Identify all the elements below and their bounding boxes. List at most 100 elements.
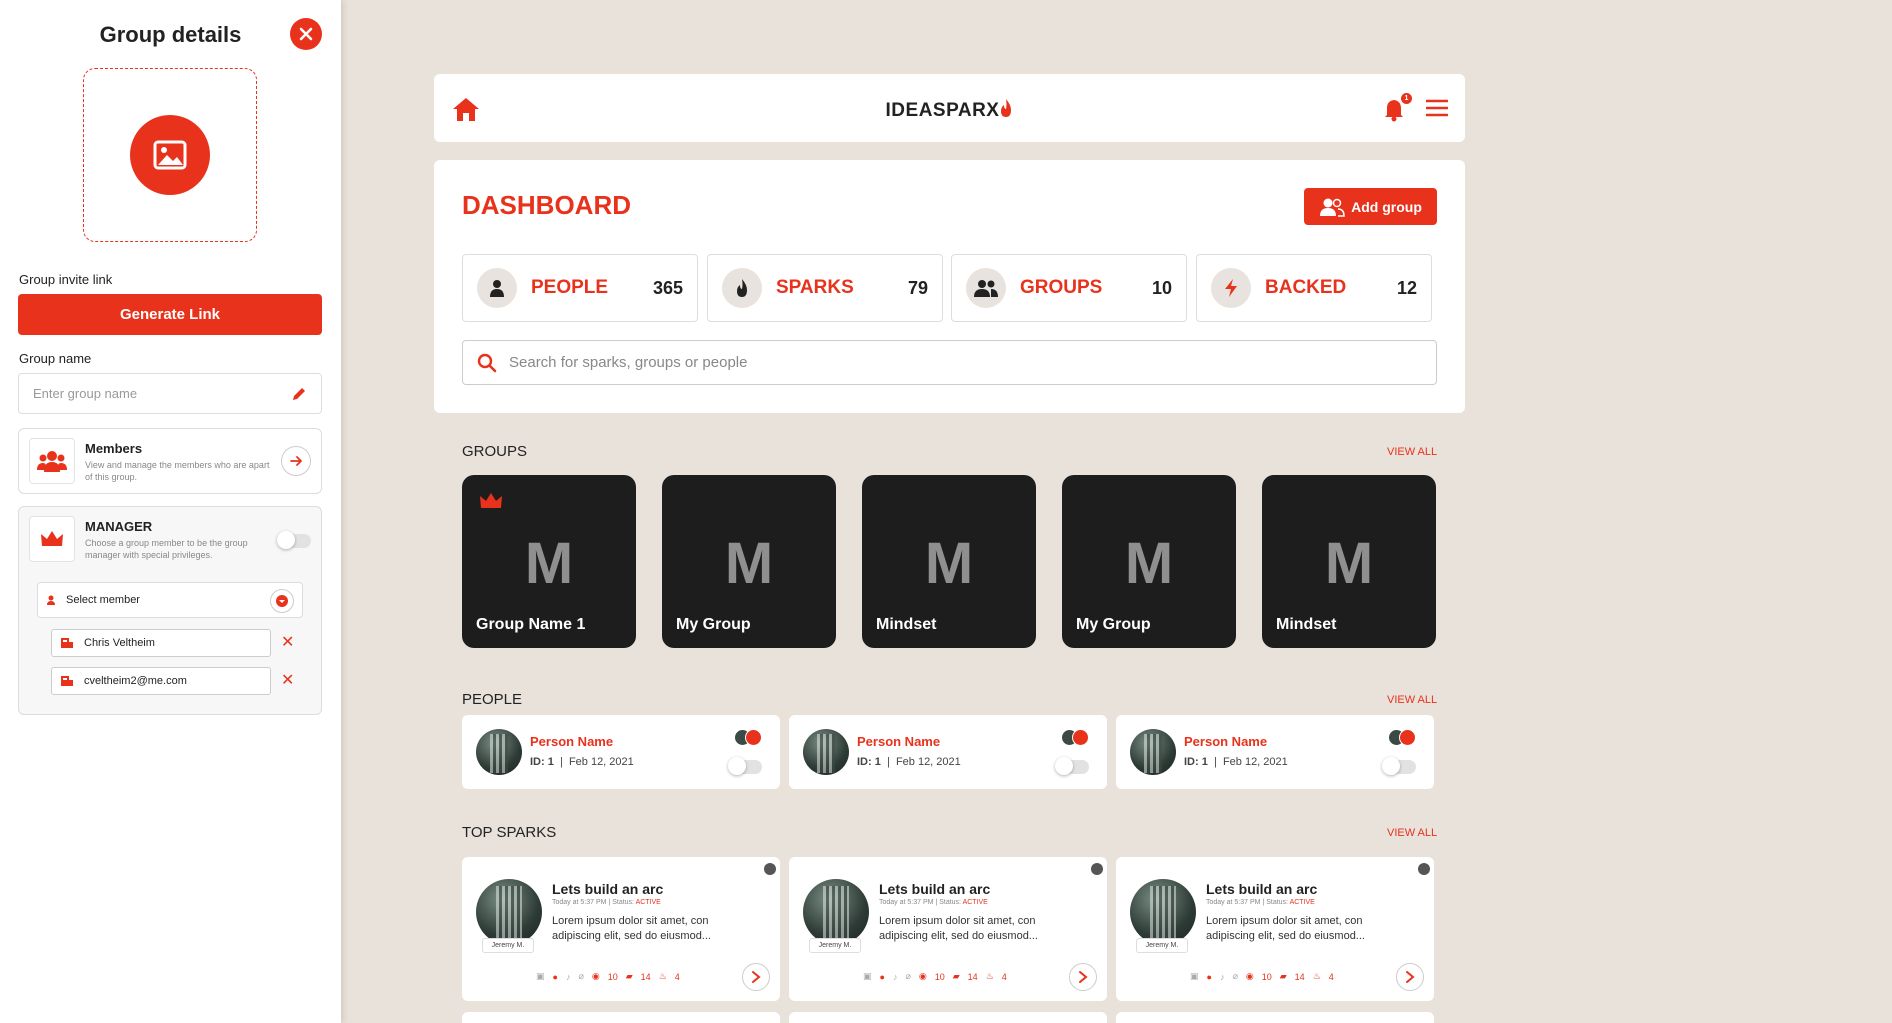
group-initial: M	[924, 531, 974, 596]
person-toggle[interactable]	[1055, 757, 1089, 775]
video-icon[interactable]: ●	[880, 972, 885, 982]
members-description: View and manage the members who are apar…	[85, 460, 270, 482]
spark-card-partial[interactable]	[462, 1012, 780, 1023]
group-name-input[interactable]	[33, 386, 273, 401]
top-bar: IDEASPARX 1	[434, 74, 1465, 142]
avatar	[476, 729, 522, 775]
groups-view-all-link[interactable]: VIEW ALL	[1387, 446, 1437, 458]
select-dropdown-button[interactable]	[270, 589, 294, 613]
attachment-icon[interactable]: ⌀	[1232, 971, 1237, 982]
group-card[interactable]: M Mindset	[1262, 475, 1436, 648]
group-details-panel: Group details Group invite link Generate…	[0, 0, 341, 1023]
close-button[interactable]	[290, 18, 322, 50]
avatar	[803, 879, 869, 945]
spark-views: 10	[934, 971, 945, 982]
camera-icon[interactable]: ▣	[536, 971, 545, 982]
group-card[interactable]: M Group Name 1	[462, 475, 636, 648]
stat-sparks[interactable]: SPARKS 79	[707, 254, 943, 322]
search-bar[interactable]	[462, 340, 1437, 385]
spark-card-partial[interactable]	[789, 1012, 1107, 1023]
stat-value: 10	[1151, 277, 1172, 298]
spark-count: 4	[1328, 971, 1334, 982]
stat-groups[interactable]: GROUPS 10	[951, 254, 1187, 322]
video-icon[interactable]: ●	[1207, 972, 1212, 982]
app-logo: IDEASPARX	[434, 98, 1465, 122]
spark-stats: ▣ ● ♪ ⌀ ◉ 10 ▰ 14 ♨ 4	[863, 971, 1007, 982]
group-card[interactable]: M Mindset	[862, 475, 1036, 648]
manager-toggle[interactable]	[277, 531, 311, 549]
comment-icon: ▰	[625, 971, 633, 981]
spark-card-partial[interactable]	[1116, 1012, 1434, 1023]
spark-card[interactable]: Jeremy M. Lets build an arc Today at 5:3…	[1116, 857, 1434, 1001]
arrow-right-icon	[290, 456, 302, 466]
sparks-view-all-link[interactable]: VIEW ALL	[1387, 827, 1437, 839]
add-group-button[interactable]: Add group	[1304, 188, 1437, 225]
group-name: My Group	[676, 616, 751, 633]
spark-subtitle: Today at 5:37 PM | Status: ACTIVE	[552, 899, 661, 906]
groups-section-title: GROUPS	[462, 443, 528, 460]
person-card[interactable]: Person Name ID: 1 | Feb 12, 2021	[462, 715, 780, 789]
person-date: Feb 12, 2021	[1222, 756, 1288, 768]
group-card[interactable]: M My Group	[1062, 475, 1236, 648]
mic-icon[interactable]: ♪	[893, 972, 898, 982]
mic-icon[interactable]: ♪	[566, 972, 571, 982]
stat-label: SPARKS	[776, 277, 854, 298]
attachment-icon[interactable]: ⌀	[905, 971, 910, 982]
stat-value: 365	[652, 277, 683, 298]
group-name: Group Name 1	[476, 616, 586, 633]
avatar	[1130, 879, 1196, 945]
avatar	[476, 879, 542, 945]
spark-status: ACTIVE	[962, 899, 988, 906]
remove-member-button[interactable]: ✕	[281, 670, 294, 690]
video-icon[interactable]: ●	[553, 972, 558, 982]
person-toggle[interactable]	[1382, 757, 1416, 775]
group-initial: M	[1124, 531, 1174, 596]
group-card[interactable]: M My Group	[662, 475, 836, 648]
group-initial: M	[524, 531, 574, 596]
group-image-dropzone[interactable]	[83, 68, 257, 242]
spark-card[interactable]: Jeremy M. Lets build an arc Today at 5:3…	[462, 857, 780, 1001]
camera-icon[interactable]: ▣	[863, 971, 872, 982]
person-id: ID: 1	[530, 756, 554, 768]
manager-description: Choose a group member to be the group ma…	[85, 538, 248, 560]
manager-icon-box	[29, 516, 75, 562]
people-view-all-link[interactable]: VIEW ALL	[1387, 694, 1437, 706]
members-card[interactable]: Members View and manage the members who …	[18, 428, 322, 494]
stat-people[interactable]: PEOPLE 365	[462, 254, 698, 322]
member-select[interactable]: Select member	[37, 582, 303, 618]
remove-member-button[interactable]: ✕	[281, 632, 294, 652]
eye-icon: ◉	[591, 971, 600, 981]
spark-author: Jeremy M.	[1136, 938, 1188, 953]
spark-views: 10	[1261, 971, 1272, 982]
members-icon-box	[29, 438, 75, 484]
menu-icon[interactable]	[1426, 98, 1448, 118]
spark-title: Lets build an arc	[552, 881, 664, 897]
stat-backed[interactable]: BACKED 12	[1196, 254, 1432, 322]
manager-title: MANAGER	[85, 519, 153, 534]
person-card[interactable]: Person Name ID: 1 | Feb 12, 2021	[1116, 715, 1434, 789]
search-icon	[477, 353, 497, 372]
person-toggle[interactable]	[728, 757, 762, 775]
spark-open-button[interactable]	[742, 963, 770, 991]
person-name: Person Name	[857, 734, 941, 749]
spark-open-button[interactable]	[1069, 963, 1097, 991]
spark-card[interactable]: Jeremy M. Lets build an arc Today at 5:3…	[789, 857, 1107, 1001]
spark-stats: ▣ ● ♪ ⌀ ◉ 10 ▰ 14 ♨ 4	[536, 971, 680, 982]
flame-icon	[737, 279, 747, 297]
generate-link-button[interactable]: Generate Link	[18, 294, 322, 335]
notifications-button[interactable]: 1	[1383, 92, 1413, 122]
spark-open-button[interactable]	[1396, 963, 1424, 991]
spark-body: Lorem ipsum dolor sit amet, con adipisci…	[879, 915, 1038, 942]
camera-icon[interactable]: ▣	[1190, 971, 1199, 982]
close-icon	[299, 27, 313, 41]
member-chip-text: cveltheim2@me.com	[84, 675, 187, 687]
attachment-icon[interactable]: ⌀	[578, 971, 583, 982]
members-open-button[interactable]	[281, 446, 311, 476]
search-input[interactable]	[509, 354, 1409, 371]
group-name-field[interactable]	[18, 373, 322, 414]
person-card[interactable]: Person Name ID: 1 | Feb 12, 2021	[789, 715, 1107, 789]
avatar	[1130, 729, 1176, 775]
mic-icon[interactable]: ♪	[1220, 972, 1225, 982]
image-upload-button[interactable]	[130, 115, 210, 195]
spark-comments: 14	[640, 971, 651, 982]
